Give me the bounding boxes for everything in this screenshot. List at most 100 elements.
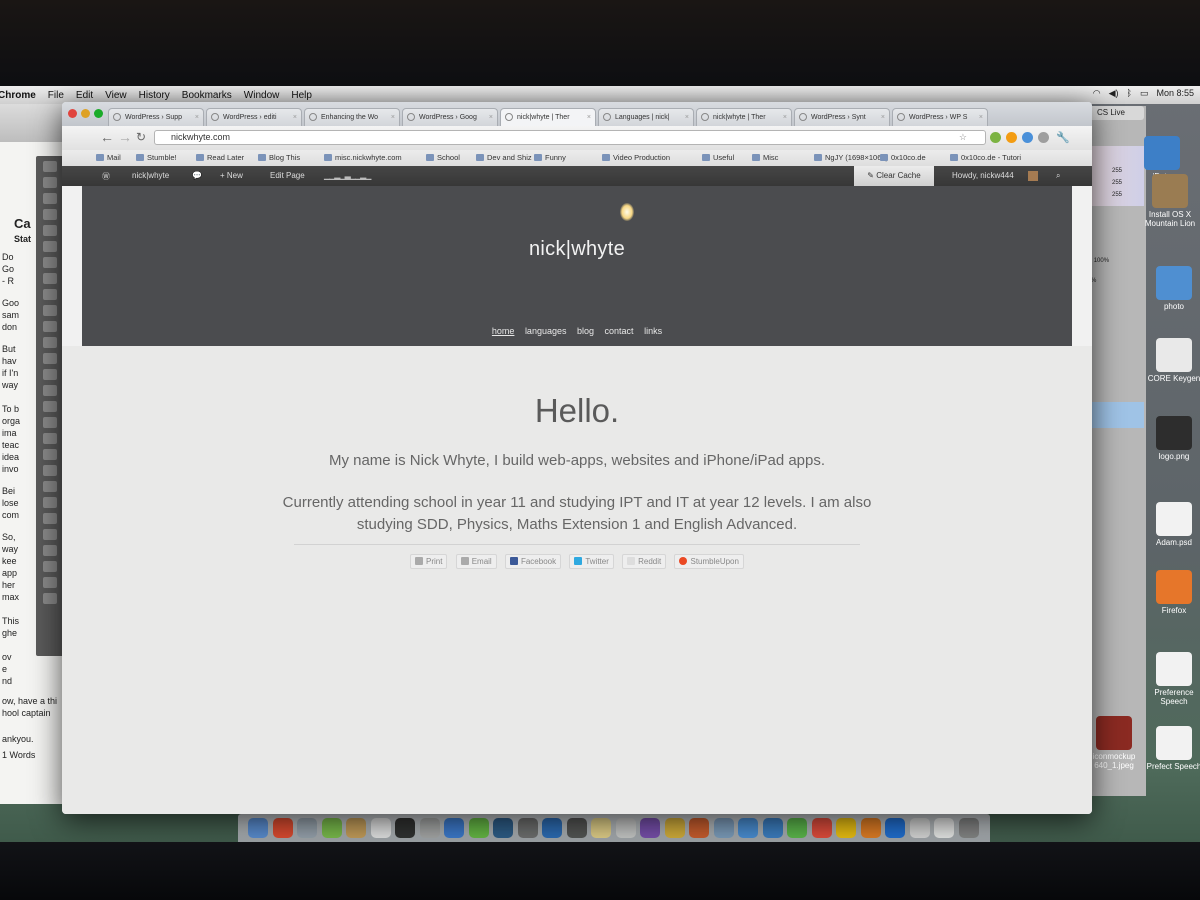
menu-edit[interactable]: Edit: [76, 90, 93, 101]
dock-app-icon[interactable]: [468, 818, 489, 838]
dock-app-icon[interactable]: [738, 818, 758, 838]
dock-app-icon[interactable]: [811, 818, 832, 838]
dock-app-icon[interactable]: [346, 818, 366, 838]
bookmark-item[interactable]: Stumble!: [136, 153, 177, 162]
wordpress-logo-icon[interactable]: Ⓦ: [102, 171, 110, 182]
browser-tab[interactable]: nick|whyte | Ther ×: [500, 108, 596, 126]
nav-blog[interactable]: blog: [577, 326, 594, 336]
share-stumbleupon-button[interactable]: StumbleUpon: [674, 554, 744, 569]
wifi-icon[interactable]: ◠: [1093, 88, 1101, 99]
extension-icon[interactable]: [1038, 132, 1049, 143]
dock-app-icon[interactable]: [860, 818, 881, 838]
photoshop-tool-icon[interactable]: [43, 193, 57, 204]
dock-app-icon[interactable]: [370, 818, 391, 838]
nav-links[interactable]: links: [644, 326, 662, 336]
dock-app-icon[interactable]: [689, 818, 709, 838]
photoshop-tool-icon[interactable]: [43, 401, 57, 412]
share-facebook-button[interactable]: Facebook: [504, 554, 562, 569]
menu-app-name[interactable]: Chrome: [0, 90, 36, 101]
menu-bookmarks[interactable]: Bookmarks: [182, 90, 232, 101]
clear-cache-button[interactable]: ✎ Clear Cache: [854, 166, 934, 186]
tab-close-icon[interactable]: ×: [391, 109, 395, 126]
photoshop-tool-icon[interactable]: [43, 513, 57, 524]
dock-app-icon[interactable]: [395, 818, 415, 838]
photoshop-tool-icon[interactable]: [43, 353, 57, 364]
dock-app-icon[interactable]: [934, 818, 954, 838]
desktop-icon[interactable]: iconmockup 640_1.jpeg: [1084, 716, 1144, 770]
admin-howdy[interactable]: Howdy, nickw444: [952, 171, 1014, 180]
browser-tab[interactable]: WordPress › Goog ×: [402, 108, 498, 126]
tab-close-icon[interactable]: ×: [587, 109, 591, 126]
back-icon[interactable]: ←: [100, 130, 114, 144]
menu-window[interactable]: Window: [244, 90, 280, 101]
photoshop-tool-icon[interactable]: [43, 209, 57, 220]
admin-new[interactable]: + New: [220, 171, 243, 180]
photoshop-tool-icon[interactable]: [43, 449, 57, 460]
photoshop-tool-icon[interactable]: [43, 369, 57, 380]
photoshop-tool-icon[interactable]: [43, 337, 57, 348]
photoshop-tool-icon[interactable]: [43, 497, 57, 508]
browser-tab[interactable]: WordPress › Synt ×: [794, 108, 890, 126]
photoshop-tool-icon[interactable]: [43, 417, 57, 428]
extension-icon[interactable]: [1022, 132, 1033, 143]
bookmark-item[interactable]: Useful: [702, 153, 734, 162]
bookmark-item[interactable]: Video Production: [602, 153, 670, 162]
bookmark-item[interactable]: Blog This: [258, 153, 300, 162]
share-email-button[interactable]: Email: [455, 554, 497, 569]
dock-app-icon[interactable]: [762, 818, 783, 838]
dock-app-icon[interactable]: [958, 818, 979, 838]
bookmark-item[interactable]: Mail: [96, 153, 121, 162]
dock-app-icon[interactable]: [566, 818, 587, 838]
photoshop-tool-icon[interactable]: [43, 225, 57, 236]
close-window-button[interactable]: [68, 109, 77, 118]
avatar[interactable]: [1028, 171, 1038, 181]
dock-app-icon[interactable]: [885, 818, 905, 838]
tab-close-icon[interactable]: ×: [195, 109, 199, 126]
bookmark-item[interactable]: School: [426, 153, 460, 162]
share-print-button[interactable]: Print: [410, 554, 448, 569]
bookmark-item[interactable]: Dev and Shiz: [476, 153, 532, 162]
photoshop-tool-icon[interactable]: [43, 273, 57, 284]
extension-icon[interactable]: [1006, 132, 1017, 143]
dock-app-icon[interactable]: [444, 818, 464, 838]
desktop-icon[interactable]: Firefox: [1144, 570, 1200, 615]
browser-tab[interactable]: Languages | nick| ×: [598, 108, 694, 126]
desktop-icon[interactable]: logo.png: [1144, 416, 1200, 461]
menu-history[interactable]: History: [139, 90, 170, 101]
search-icon[interactable]: ⌕: [1056, 171, 1060, 181]
desktop-icon[interactable]: Adam.psd: [1144, 502, 1200, 547]
photoshop-tool-icon[interactable]: [43, 561, 57, 572]
dock-app-icon[interactable]: [909, 818, 930, 838]
browser-tab[interactable]: WordPress › Supp ×: [108, 108, 204, 126]
photoshop-tool-icon[interactable]: [43, 257, 57, 268]
browser-tab[interactable]: Enhancing the Wo ×: [304, 108, 400, 126]
photoshop-tool-icon[interactable]: [43, 177, 57, 188]
wrench-icon[interactable]: 🔧: [1056, 131, 1070, 145]
bookmark-item[interactable]: Misc: [752, 153, 778, 162]
comments-icon[interactable]: 💬: [192, 171, 202, 180]
desktop-icon[interactable]: photo: [1144, 266, 1200, 311]
extension-icon[interactable]: [990, 132, 1001, 143]
photoshop-tools-palette[interactable]: [36, 156, 64, 656]
dock-app-icon[interactable]: [517, 818, 538, 838]
site-title[interactable]: nick|whyte: [82, 238, 1072, 261]
photoshop-tool-icon[interactable]: [43, 305, 57, 316]
photoshop-tool-icon[interactable]: [43, 481, 57, 492]
photoshop-tool-icon[interactable]: [43, 465, 57, 476]
browser-tab[interactable]: WordPress › editi ×: [206, 108, 302, 126]
photoshop-tool-icon[interactable]: [43, 433, 57, 444]
menu-help[interactable]: Help: [291, 90, 312, 101]
menu-file[interactable]: File: [48, 90, 64, 101]
photoshop-tool-icon[interactable]: [43, 289, 57, 300]
bluetooth-icon[interactable]: ᛒ: [1127, 88, 1132, 99]
dock-app-icon[interactable]: [297, 818, 317, 838]
photoshop-tool-icon[interactable]: [43, 529, 57, 540]
admin-edit-page[interactable]: Edit Page: [270, 171, 305, 180]
photoshop-tool-icon[interactable]: [43, 385, 57, 396]
dock-app-icon[interactable]: [272, 818, 293, 838]
nav-contact[interactable]: contact: [605, 326, 634, 336]
share-twitter-button[interactable]: Twitter: [569, 554, 614, 569]
tab-close-icon[interactable]: ×: [881, 109, 885, 126]
dock-app-icon[interactable]: [615, 818, 636, 838]
photoshop-tool-icon[interactable]: [43, 241, 57, 252]
